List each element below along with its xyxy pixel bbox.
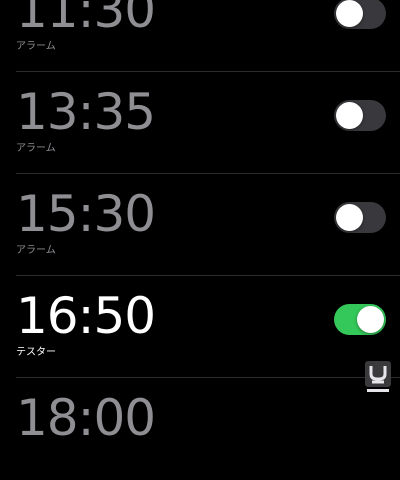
- alarm-time: 13:35: [16, 83, 156, 141]
- alarm-time: 15:30: [16, 185, 156, 243]
- alarm-time: 11:30: [16, 0, 156, 39]
- alarm-time: 16:50: [16, 287, 156, 345]
- toggle-knob: [336, 204, 363, 231]
- alarm-row[interactable]: 18:00: [0, 378, 400, 480]
- alarm-label: テスター: [16, 347, 56, 358]
- alarm-label: アラーム: [16, 41, 56, 52]
- alarm-time: 18:00: [16, 389, 156, 447]
- alarm-row[interactable]: 16:50 テスター: [0, 276, 400, 378]
- alarm-toggle[interactable]: [334, 202, 386, 233]
- toggle-knob: [357, 306, 384, 333]
- alarm-row[interactable]: 11:30 アラーム: [0, 0, 400, 72]
- alarm-list: 11:30 アラーム 13:35 アラーム 15:30 アラーム 16:50 テ…: [0, 0, 400, 447]
- alarm-toggle[interactable]: [334, 100, 386, 131]
- alarm-label: アラーム: [16, 143, 56, 154]
- watermark-logo-icon: [364, 360, 392, 394]
- alarm-row[interactable]: 13:35 アラーム: [0, 72, 400, 174]
- toggle-knob: [336, 0, 363, 27]
- alarm-label: アラーム: [16, 245, 56, 256]
- alarm-row[interactable]: 15:30 アラーム: [0, 174, 400, 276]
- alarm-toggle[interactable]: [334, 304, 386, 335]
- toggle-knob: [336, 102, 363, 129]
- alarm-toggle[interactable]: [334, 0, 386, 29]
